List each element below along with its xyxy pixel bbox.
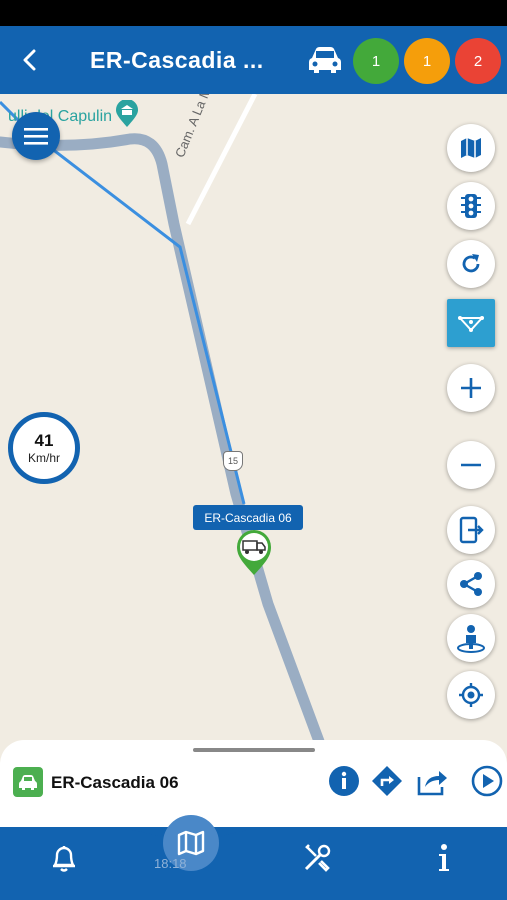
nav-tools[interactable] [297, 838, 337, 878]
road-network [0, 94, 326, 750]
share-forward-button[interactable] [415, 764, 449, 798]
menu-button[interactable] [12, 112, 60, 160]
street-view-button[interactable] [447, 614, 495, 662]
nav-info[interactable] [424, 838, 464, 878]
zoom-in-button[interactable] [447, 364, 495, 412]
hamburger-menu-icon [24, 128, 48, 145]
play-button[interactable] [470, 764, 504, 798]
traffic-button[interactable] [447, 182, 495, 230]
directions-icon [372, 766, 402, 796]
car-icon[interactable] [306, 44, 344, 76]
back-button[interactable] [12, 42, 48, 78]
drag-handle[interactable] [193, 748, 315, 752]
zoom-out-button[interactable] [447, 441, 495, 489]
phone-exit-button[interactable] [447, 506, 495, 554]
info-icon [439, 844, 449, 871]
phone-exit-icon [459, 516, 484, 544]
vehicle-marker-label[interactable]: ER-Cascadia 06 [193, 505, 303, 530]
truck-marker-icon[interactable] [236, 530, 272, 576]
museum-pin-icon[interactable] [115, 100, 139, 128]
traffic-light-icon [461, 194, 481, 218]
status-badge-orange[interactable]: 1 [404, 38, 450, 84]
page-title: ER-Cascadia ... [90, 47, 264, 73]
map-layers-button[interactable] [447, 124, 495, 172]
nav-notifications[interactable] [44, 838, 84, 878]
bell-icon [53, 846, 75, 872]
route-shield: 15 [223, 451, 243, 471]
map-layers-icon [461, 138, 481, 158]
car-icon [19, 775, 37, 790]
status-badge-green[interactable]: 1 [353, 38, 399, 84]
speed-unit: Km/hr [27, 451, 60, 465]
clock-readout: 18:18 [154, 856, 187, 871]
info-icon [329, 766, 359, 796]
locate-button[interactable] [447, 671, 495, 719]
directions-button[interactable] [370, 764, 404, 798]
refresh-button[interactable] [447, 240, 495, 288]
zoom-in-icon [461, 378, 481, 398]
vehicle-badge [13, 767, 43, 797]
share-button[interactable] [447, 560, 495, 608]
tools-icon [304, 844, 331, 872]
route-filter-button[interactable] [447, 299, 495, 347]
zoom-out-icon [461, 463, 481, 467]
locate-icon [459, 683, 483, 707]
refresh-icon [462, 254, 480, 273]
speedometer: 41 Km/hr [8, 412, 80, 484]
nav-curve [0, 827, 507, 840]
play-icon [471, 765, 503, 797]
map-view[interactable]: ulli del Capulin Cam. A La Mesilla 15 41… [0, 94, 507, 754]
share-forward-icon [417, 771, 447, 796]
speed-value: 41 [34, 431, 54, 450]
status-badge-red[interactable]: 2 [455, 38, 501, 84]
vehicle-name: ER-Cascadia 06 [51, 773, 179, 792]
share-icon [460, 572, 482, 596]
chevron-left-icon [23, 49, 36, 71]
street-view-icon [457, 625, 485, 653]
route-filter-icon [458, 316, 484, 332]
top-app-bar: ER-Cascadia ... 1 1 2 [0, 26, 507, 94]
map-icon [177, 830, 205, 856]
status-bar [0, 0, 507, 26]
info-button[interactable] [327, 764, 361, 798]
